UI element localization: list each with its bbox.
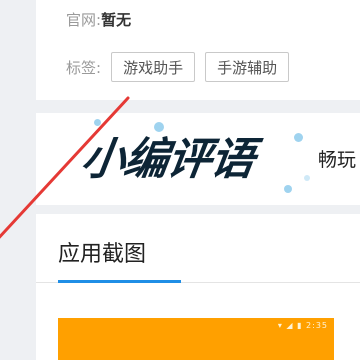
heading-underline (58, 280, 181, 283)
website-label: 官网: (66, 11, 102, 29)
tag-mobile-game-aid[interactable]: 手游辅助 (205, 52, 290, 82)
website-row: 官网:暂无 (66, 9, 131, 30)
screenshot-status-bar: ▾ ◢ ▮ 2:35 (277, 321, 328, 330)
tags-label: 标签: (66, 58, 102, 77)
screenshots-heading: 应用截图 (58, 242, 147, 267)
review-title: 小编评语 (77, 134, 257, 185)
app-screenshot-thumbnail[interactable]: ▾ ◢ ▮ 2:35 (58, 318, 334, 360)
decorative-dot (304, 175, 310, 181)
tag-game-assistant[interactable]: 游戏助手 (111, 52, 196, 82)
decorative-dot (284, 185, 292, 193)
editor-review-banner: 小编评语 畅玩 (36, 113, 360, 205)
review-subtitle: 畅玩 (318, 149, 357, 171)
website-value: 暂无 (101, 11, 132, 29)
page: 官网:暂无 | 标签: 游戏助手 手游辅助 小编评语 畅玩 应用截图 ▾ ◢ ▮… (0, 0, 360, 360)
tags-row: 标签: 游戏助手 手游辅助 (66, 52, 290, 82)
app-info-card: 官网:暂无 | 标签: 游戏助手 手游辅助 (36, 0, 360, 100)
decorative-dot (294, 133, 303, 142)
screenshots-section: 应用截图 ▾ ◢ ▮ 2:35 (36, 214, 360, 360)
